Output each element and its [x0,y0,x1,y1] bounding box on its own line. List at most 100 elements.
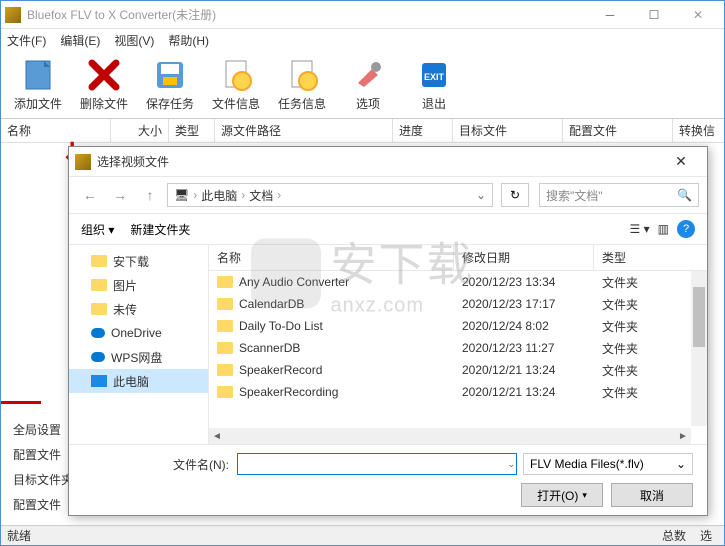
dialog-footer: 文件名(N): ⌄ FLV Media Files(*.flv) ⌄ 打开(O)… [69,444,707,515]
file-date: 2020/12/21 13:24 [454,363,594,377]
search-input[interactable]: 搜索"文档" 🔍 [539,183,699,207]
menu-help[interactable]: 帮助(H) [168,32,209,49]
col-size[interactable]: 大小 [111,119,169,142]
view-mode-button[interactable]: ☰ ▾ [630,222,650,236]
col-config[interactable]: 配置文件 [563,119,673,142]
help-button[interactable]: ? [677,220,695,238]
col-progress[interactable]: 进度 [393,119,453,142]
file-info-button[interactable]: 文件信息 [207,57,265,112]
sidebar-item-1[interactable]: 图片 [69,273,208,297]
file-type: 文件夹 [594,274,674,291]
col-file-date[interactable]: 修改日期 [454,245,594,270]
file-date: 2020/12/21 13:24 [454,385,594,399]
save-task-button[interactable]: 保存任务 [141,57,199,112]
file-row[interactable]: CalendarDB2020/12/23 17:17文件夹 [209,293,707,315]
col-type[interactable]: 类型 [169,119,215,142]
nav-refresh-button[interactable]: ↻ [501,183,529,207]
maximize-button[interactable]: ☐ [632,1,676,29]
task-info-button[interactable]: 任务信息 [273,57,331,112]
add-file-button[interactable]: 添加文件 [9,57,67,112]
file-row[interactable]: Any Audio Converter2020/12/23 13:34文件夹 [209,271,707,293]
pc-icon [91,375,107,387]
scrollbar-horizontal[interactable]: ◄ ► [209,428,691,444]
sidebar-item-0[interactable]: 安下载 [69,249,208,273]
exit-button[interactable]: EXIT 退出 [405,57,463,112]
sidebar-item-label: OneDrive [111,326,162,340]
file-row[interactable]: Daily To-Do List2020/12/24 8:02文件夹 [209,315,707,337]
options-button[interactable]: 选项 [339,57,397,112]
file-name: Daily To-Do List [239,319,323,333]
delete-file-button[interactable]: 删除文件 [75,57,133,112]
app-icon [5,7,21,23]
file-row[interactable]: SpeakerRecord2020/12/21 13:24文件夹 [209,359,707,381]
filetype-select[interactable]: FLV Media Files(*.flv) ⌄ [523,453,693,475]
minimize-button[interactable]: ─ [588,1,632,29]
nav-up-button[interactable]: ↑ [137,182,163,208]
add-file-icon [20,57,56,93]
filename-input[interactable] [237,453,517,475]
annotation-line [1,401,41,404]
organize-button[interactable]: 组织 ▾ [81,221,114,238]
scroll-left-icon[interactable]: ◄ [209,428,225,444]
col-convert[interactable]: 转换信 [673,119,721,142]
menu-edit[interactable]: 编辑(E) [60,32,100,49]
nav-forward-button[interactable]: → [107,182,133,208]
folder-icon [217,320,233,332]
cancel-button[interactable]: 取消 [611,483,693,507]
open-button[interactable]: 打开(O)▾ [521,483,603,507]
file-row[interactable]: ScannerDB2020/12/23 11:27文件夹 [209,337,707,359]
folder-icon [91,279,107,291]
nav-back-button[interactable]: ← [77,182,103,208]
col-name[interactable]: 名称 [1,119,111,142]
cloud-icon [91,328,105,338]
options-icon [350,57,386,93]
col-srcpath[interactable]: 源文件路径 [215,119,393,142]
delete-icon [86,57,122,93]
sidebar-item-2[interactable]: 未传 [69,297,208,321]
breadcrumb-pc[interactable]: 此电脑 [201,187,237,204]
task-info-label: 任务信息 [278,95,326,112]
file-name: SpeakerRecord [239,363,322,377]
breadcrumb[interactable]: 🖥 › 此电脑 › 文档 › ⌄ [167,183,493,207]
col-file-type[interactable]: 类型 [594,245,674,270]
new-folder-button[interactable]: 新建文件夹 [130,221,190,238]
dialog-close-button[interactable]: ✕ [661,153,701,170]
folder-icon [217,342,233,354]
scroll-right-icon[interactable]: ► [675,428,691,444]
chevron-right-icon: › [277,188,281,202]
sidebar-item-5[interactable]: 此电脑 [69,369,208,393]
col-file-name[interactable]: 名称 [209,245,454,270]
chevron-down-icon[interactable]: ⌄ [507,459,515,470]
scrollbar-vertical[interactable] [691,271,707,426]
chevron-down-icon[interactable]: ⌄ [476,188,486,202]
file-type: 文件夹 [594,340,674,357]
save-task-label: 保存任务 [146,95,194,112]
status-text: 就绪 [7,527,31,544]
sidebar-item-4[interactable]: WPS网盘 [69,345,208,369]
file-type: 文件夹 [594,296,674,313]
chevron-right-icon: › [241,188,245,202]
menubar: 文件(F) 编辑(E) 视图(V) 帮助(H) [1,29,724,51]
menu-file[interactable]: 文件(F) [7,32,46,49]
dialog-toolbar: 组织 ▾ 新建文件夹 ☰ ▾ ▥ ? [69,213,707,245]
sidebar-item-3[interactable]: OneDrive [69,321,208,345]
status-total: 总数 [656,527,692,544]
close-button[interactable]: ✕ [676,1,720,29]
menu-view[interactable]: 视图(V) [114,32,154,49]
save-icon [152,57,188,93]
filename-label: 文件名(N): [173,456,229,473]
folder-icon [91,303,107,315]
sidebar-item-label: WPS网盘 [111,349,162,366]
breadcrumb-docs[interactable]: 文档 [249,187,273,204]
dialog-title: 选择视频文件 [97,153,661,170]
dialog-icon [75,154,91,170]
preview-pane-button[interactable]: ▥ [658,222,669,236]
sidebar-item-label: 图片 [113,277,137,294]
col-target[interactable]: 目标文件 [453,119,563,142]
folder-icon [217,298,233,310]
cloud-icon [91,352,105,362]
files-list: Any Audio Converter2020/12/23 13:34文件夹Ca… [209,271,707,444]
file-type: 文件夹 [594,384,674,401]
file-date: 2020/12/23 13:34 [454,275,594,289]
file-row[interactable]: SpeakerRecording2020/12/21 13:24文件夹 [209,381,707,403]
